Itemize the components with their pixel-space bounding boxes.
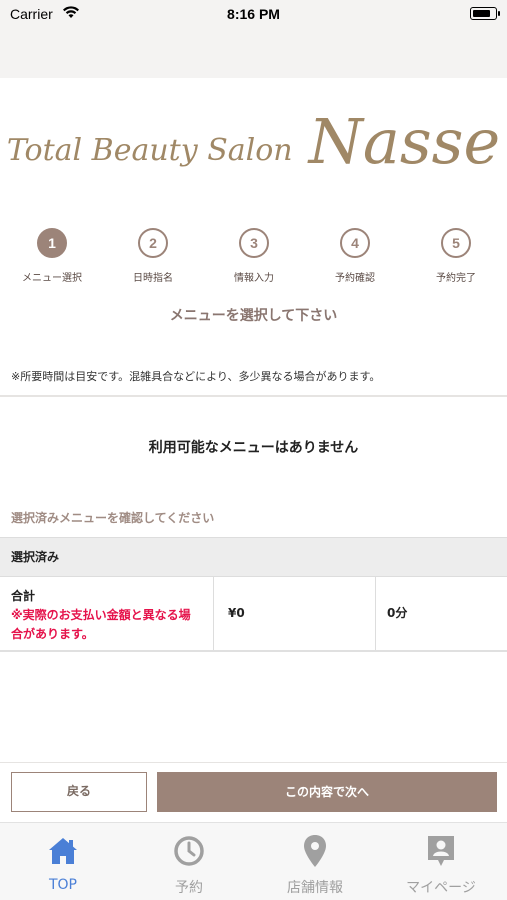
duration-notice: ※所要時間は目安です。混雑具合などにより、多少異なる場合があります。 xyxy=(11,370,381,383)
step-3: 3 情報入力 xyxy=(214,228,294,284)
account-badge-icon xyxy=(378,831,504,871)
payment-warning: ※実際のお支払い金額と異なる場 合があります。 xyxy=(11,606,202,644)
confirm-selection-label: 選択済みメニューを確認してください xyxy=(11,511,215,525)
tab-reservation[interactable]: 予約 xyxy=(126,831,252,897)
total-label-cell: 合計 ※実際のお支払い金額と異なる場 合があります。 xyxy=(0,577,214,650)
step-label: 予約確認 xyxy=(335,273,375,284)
step-label: メニュー選択 xyxy=(22,273,82,284)
battery-icon xyxy=(470,7,500,20)
step-label: 情報入力 xyxy=(234,273,274,284)
total-price: ¥0 xyxy=(214,577,376,650)
step-indicator: 1 メニュー選択 2 日時指名 3 情報入力 4 予約確認 5 予約完了 xyxy=(0,228,507,288)
step-1: 1 メニュー選択 xyxy=(12,228,92,284)
total-label: 合計 xyxy=(11,589,36,603)
logo-tagline: Total Beauty Salon xyxy=(6,133,293,168)
next-button[interactable]: この内容で次へ xyxy=(157,772,497,812)
back-button[interactable]: 戻る xyxy=(11,772,147,812)
step-number: 3 xyxy=(239,228,269,258)
status-bar: Carrier 8:16 PM xyxy=(0,0,507,30)
step-number: 1 xyxy=(37,228,67,258)
step-number: 4 xyxy=(340,228,370,258)
tab-label: マイページ xyxy=(406,880,476,896)
total-duration: 0分 xyxy=(387,606,408,620)
selected-header: 選択済み xyxy=(0,537,507,577)
payment-warning-line2: 合があります。 xyxy=(11,627,94,641)
logo-name: Nasse xyxy=(308,105,501,178)
tab-bar: TOP 予約 店舗情報 マイページ xyxy=(0,822,507,900)
step-label: 日時指名 xyxy=(133,273,173,284)
payment-warning-line1: ※実際のお支払い金額と異なる場 xyxy=(11,608,191,622)
buttons-divider xyxy=(0,762,507,763)
total-row: 合計 ※実際のお支払い金額と異なる場 合があります。 ¥0 0分 xyxy=(0,577,507,652)
tab-label: TOP xyxy=(48,877,77,893)
tab-mypage[interactable]: マイページ xyxy=(378,831,504,897)
tab-top[interactable]: TOP xyxy=(0,831,126,893)
step-number: 5 xyxy=(441,228,471,258)
clock-icon xyxy=(126,831,252,871)
step-4: 4 予約確認 xyxy=(315,228,395,284)
section-divider xyxy=(0,395,507,397)
tab-label: 店舗情報 xyxy=(287,880,343,896)
navigation-bar xyxy=(0,30,507,78)
map-pin-icon xyxy=(252,831,378,871)
step-number: 2 xyxy=(138,228,168,258)
salon-logo: Total Beauty Salon Nasse xyxy=(0,105,507,195)
step-5: 5 予約完了 xyxy=(416,228,496,284)
step-2: 2 日時指名 xyxy=(113,228,193,284)
tab-label: 予約 xyxy=(175,880,203,896)
clock-time: 8:16 PM xyxy=(227,6,280,22)
step-label: 予約完了 xyxy=(436,273,476,284)
home-icon xyxy=(0,831,126,871)
tab-store-info[interactable]: 店舗情報 xyxy=(252,831,378,897)
empty-menu-message: 利用可能なメニューはありません xyxy=(148,440,359,456)
page-heading: メニューを選択して下さい xyxy=(169,308,338,324)
